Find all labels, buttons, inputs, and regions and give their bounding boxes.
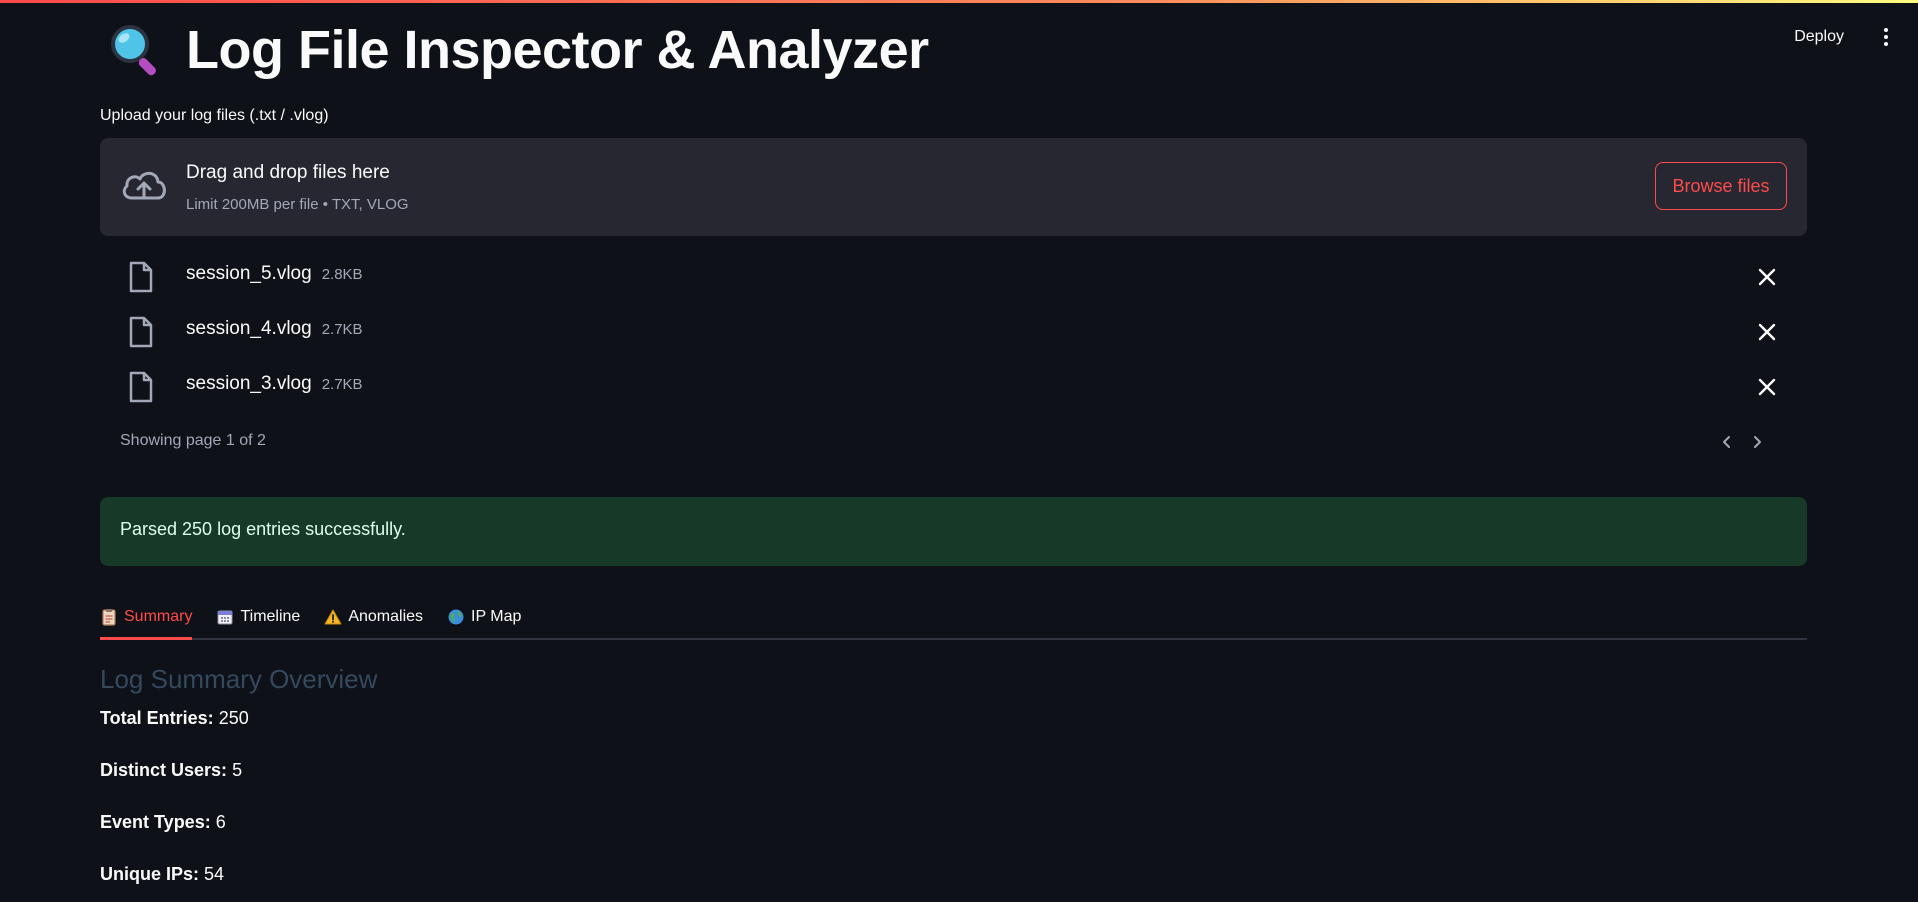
- stat-value: 250: [218, 708, 249, 728]
- file-size: 2.7KB: [321, 321, 363, 338]
- file-item: session_3.vlog 2.7KB: [100, 363, 1807, 418]
- calendar-icon: [217, 610, 233, 625]
- success-alert: Parsed 250 log entries successfully.: [100, 497, 1807, 566]
- main-menu-icon[interactable]: [1878, 25, 1894, 49]
- stat-label: Event Types:: [100, 812, 211, 832]
- tab-timeline[interactable]: Timeline: [216, 596, 300, 638]
- stat-total-entries: Total Entries: 250: [100, 708, 249, 729]
- tab-anomalies[interactable]: Anomalies: [324, 596, 423, 638]
- chevron-left-icon[interactable]: [1719, 434, 1735, 450]
- stat-value: 5: [232, 760, 243, 780]
- stat-value: 6: [215, 812, 226, 832]
- tab-label: IP Map: [471, 608, 522, 625]
- stat-distinct-users: Distinct Users: 5: [100, 760, 242, 781]
- stat-label: Distinct Users:: [100, 760, 228, 780]
- stat-event-types: Event Types: 6: [100, 812, 226, 833]
- tab-label: Summary: [124, 608, 193, 625]
- header-actions: Deploy: [1788, 24, 1894, 50]
- deploy-button[interactable]: Deploy: [1788, 24, 1850, 50]
- summary-heading: Log Summary Overview: [100, 664, 378, 694]
- remove-file-icon[interactable]: [1755, 320, 1779, 344]
- globe-icon: [448, 609, 464, 625]
- tab-summary[interactable]: Summary: [100, 596, 193, 640]
- title-row: Log File Inspector & Analyzer: [106, 14, 929, 86]
- file-icon: [129, 261, 153, 293]
- upload-label: Upload your log files (.txt / .vlog): [100, 107, 329, 124]
- stat-label: Total Entries:: [100, 708, 214, 728]
- file-icon: [129, 316, 153, 348]
- file-name: session_3.vlog: [186, 373, 312, 394]
- file-item: session_4.vlog 2.7KB: [100, 308, 1807, 363]
- tab-bar: Summary Timeline Anomalies IP Map: [100, 596, 1807, 640]
- file-item: session_5.vlog 2.8KB: [100, 253, 1807, 308]
- file-name: session_4.vlog: [186, 318, 312, 339]
- cloud-upload-icon: [122, 171, 166, 200]
- magnifier-icon: [111, 25, 156, 76]
- stat-label: Unique IPs:: [100, 864, 200, 884]
- stat-value: 54: [204, 864, 225, 884]
- file-name: session_5.vlog: [186, 263, 312, 284]
- page-title: Log File Inspector & Analyzer: [186, 20, 929, 80]
- browse-files-button[interactable]: Browse files: [1655, 162, 1787, 210]
- tab-label: Anomalies: [348, 608, 424, 625]
- dropzone-title: Drag and drop files here: [186, 162, 390, 183]
- uploaded-file-list: session_5.vlog 2.8KB session_4.vlog 2.7KB …: [100, 253, 1807, 418]
- file-size: 2.8KB: [321, 266, 363, 283]
- file-dropzone[interactable]: Drag and drop files here Limit 200MB per…: [100, 138, 1807, 236]
- file-size: 2.7KB: [321, 376, 363, 393]
- tab-label: Timeline: [240, 608, 301, 625]
- file-icon: [129, 371, 153, 403]
- tab-ip-map[interactable]: IP Map: [447, 596, 521, 638]
- file-pagination: Showing page 1 of 2: [120, 430, 1787, 454]
- warning-icon: [324, 609, 342, 625]
- chevron-right-icon[interactable]: [1749, 434, 1765, 450]
- clipboard-icon: [102, 609, 116, 626]
- pagination-text: Showing page 1 of 2: [120, 432, 266, 449]
- top-decoration-stripe: [0, 0, 1918, 3]
- remove-file-icon[interactable]: [1755, 265, 1779, 289]
- stat-unique-ips: Unique IPs: 54: [100, 864, 224, 885]
- dropzone-limits: Limit 200MB per file • TXT, VLOG: [186, 196, 409, 213]
- remove-file-icon[interactable]: [1755, 375, 1779, 399]
